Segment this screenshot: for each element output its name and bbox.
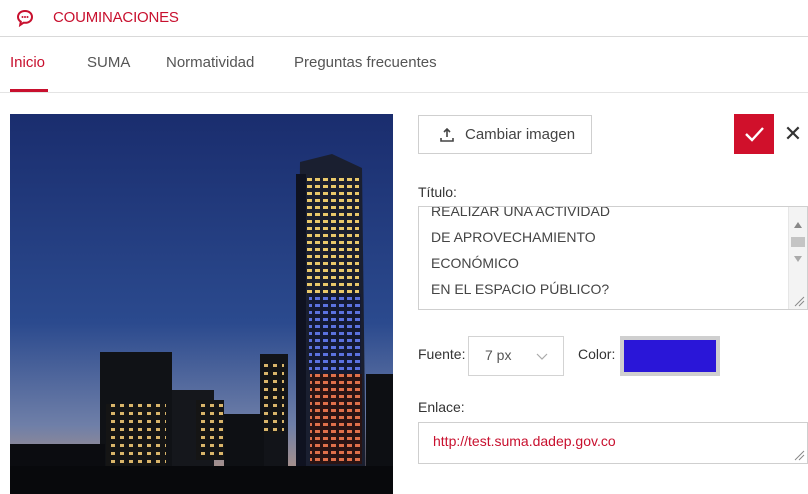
tab-preguntas-frecuentes[interactable]: Preguntas frecuentes [294, 54, 437, 71]
link-label: Enlace: [418, 399, 465, 415]
image-preview [10, 114, 393, 494]
chevron-down-icon [536, 353, 548, 360]
upload-icon [440, 128, 454, 142]
resize-grip-icon[interactable] [793, 449, 805, 461]
tab-bar: Inicio SUMA Normatividad Preguntas frecu… [0, 36, 808, 93]
app-header: COUMINACIONES [0, 0, 808, 37]
title-line: ECONÓMICO [431, 255, 519, 271]
title-label: Título: [418, 184, 457, 200]
close-icon: ✕ [783, 121, 803, 146]
brand-title: COUMINACIONES [53, 9, 179, 26]
title-line: EN EL ESPACIO PÚBLICO? [431, 281, 610, 297]
active-tab-indicator [10, 89, 48, 92]
title-line: DE APROVECHAMIENTO [431, 229, 596, 245]
speech-bubble-icon [16, 9, 34, 27]
font-label: Fuente: [418, 346, 466, 362]
resize-grip-icon[interactable] [793, 295, 805, 307]
title-text: REALIZAR UNA ACTIVIDAD DE APROVECHAMIENT… [431, 206, 610, 302]
link-textarea[interactable]: http://test.suma.dadep.gov.co [418, 422, 808, 464]
color-label: Color: [578, 346, 616, 362]
color-picker[interactable] [620, 336, 720, 376]
city-skyline-image [10, 114, 393, 494]
checkmark-icon [745, 127, 764, 142]
title-textarea[interactable]: REALIZAR UNA ACTIVIDAD DE APROVECHAMIENT… [418, 206, 808, 310]
font-size-value: 7 px [485, 347, 512, 363]
tab-suma[interactable]: SUMA [87, 54, 130, 71]
confirm-button[interactable] [734, 114, 774, 154]
tab-inicio[interactable]: Inicio [10, 54, 45, 71]
change-image-button[interactable]: Cambiar imagen [418, 115, 592, 154]
title-line: REALIZAR UNA ACTIVIDAD [431, 206, 610, 219]
cancel-button[interactable]: ✕ [780, 116, 806, 152]
tab-normatividad[interactable]: Normatividad [166, 54, 254, 71]
change-image-label: Cambiar imagen [465, 126, 576, 143]
font-size-select[interactable]: 7 px [468, 336, 564, 376]
link-value: http://test.suma.dadep.gov.co [433, 433, 616, 449]
